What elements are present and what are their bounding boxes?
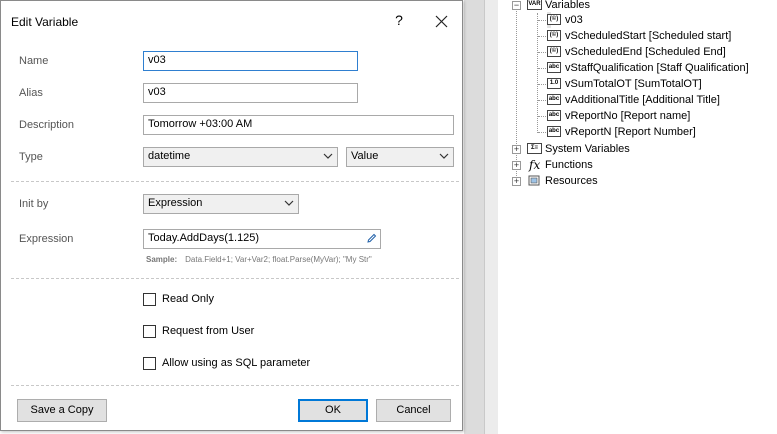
sample-label: Sample: — [146, 255, 178, 264]
tree-item-v03[interactable]: (©) v03 — [547, 12, 583, 28]
panel-splitter[interactable] — [484, 0, 499, 434]
description-label: Description — [19, 119, 75, 131]
section-divider — [11, 278, 459, 279]
alias-label: Alias — [19, 87, 43, 99]
resources-icon — [528, 175, 540, 186]
collapse-toggle[interactable]: − — [512, 1, 521, 10]
string-icon: abc — [547, 110, 561, 121]
expression-sample: Sample: Data.Field+1; Var+Var2; float.Par… — [146, 255, 372, 264]
tree-connector — [538, 68, 546, 69]
tree-item-label: vReportN [Report Number] — [565, 126, 696, 138]
name-label: Name — [19, 55, 49, 67]
close-icon — [435, 15, 448, 28]
tree-item-label: vScheduledStart [Scheduled start] — [565, 30, 732, 42]
read-only-checkbox[interactable] — [143, 293, 156, 306]
string-icon: abc — [547, 94, 561, 105]
read-only-label[interactable]: Read Only — [162, 293, 214, 305]
name-input[interactable]: v03 — [143, 51, 358, 71]
string-icon: abc — [547, 126, 561, 137]
expand-toggle[interactable]: + — [512, 145, 521, 154]
dictionary-tree: − VAR Variables (©) v03 (©) vScheduledSt… — [498, 0, 777, 434]
dialog-title: Edit Variable — [11, 15, 79, 29]
init-by-label: Init by — [19, 198, 49, 210]
chevron-down-icon — [284, 200, 294, 206]
datetime-icon: (©) — [547, 30, 561, 41]
tree-connector — [538, 100, 546, 101]
tree-item-label: vScheduledEnd [Scheduled End] — [565, 46, 726, 58]
init-by-select[interactable]: Expression — [143, 194, 299, 214]
background-panel-gap — [464, 0, 484, 434]
chevron-down-icon — [323, 153, 333, 159]
save-a-copy-button[interactable]: Save a Copy — [17, 399, 107, 422]
request-from-user-checkbox[interactable] — [143, 325, 156, 338]
tree-item-label: vAdditionalTitle [Additional Title] — [565, 94, 720, 106]
tree-node-label: Resources — [545, 175, 598, 187]
sample-text: Data.Field+1; Var+Var2; float.Parse(MyVa… — [185, 255, 372, 264]
tree-guide-line — [516, 8, 517, 184]
expression-label: Expression — [19, 233, 74, 245]
expression-value: Today.AddDays(1.125) — [148, 232, 260, 244]
system-variables-icon: Σ≡ — [527, 143, 542, 154]
datetime-icon: (©) — [547, 14, 561, 25]
request-from-user-label[interactable]: Request from User — [162, 325, 254, 337]
string-icon: abc — [547, 62, 561, 73]
tree-connector — [538, 36, 546, 37]
function-icon: fx — [529, 158, 541, 172]
chevron-down-icon — [439, 153, 449, 159]
tree-connector — [538, 20, 546, 21]
pencil-icon[interactable] — [366, 233, 377, 244]
tree-node-label: System Variables — [545, 143, 630, 155]
tree-connector — [538, 116, 546, 117]
allow-sql-parameter-checkbox[interactable] — [143, 357, 156, 370]
tree-connector — [538, 52, 546, 53]
description-input[interactable]: Tomorrow +03:00 AM — [143, 115, 454, 135]
tree-item-label: vReportNo [Report name] — [565, 110, 691, 122]
datetime-icon: (©) — [547, 46, 561, 57]
close-button[interactable] — [427, 7, 457, 37]
expression-input[interactable]: Today.AddDays(1.125) — [143, 229, 381, 249]
type-select[interactable]: datetime — [143, 147, 338, 167]
number-icon: 1.0 — [547, 78, 561, 89]
tree-item-label: vSumTotalOT [SumTotalOT] — [565, 78, 702, 90]
expand-toggle[interactable]: + — [512, 161, 521, 170]
type-mode-select[interactable]: Value — [346, 147, 454, 167]
tree-item-label: v03 — [565, 14, 583, 26]
alias-input[interactable]: v03 — [143, 83, 358, 103]
variables-icon: VAR — [527, 0, 542, 10]
tree-connector — [538, 132, 546, 133]
type-label: Type — [19, 151, 43, 163]
section-divider — [11, 385, 459, 386]
tree-node-label: Functions — [545, 159, 593, 171]
edit-variable-dialog: Edit Variable ? Name v03 Alias v03 Descr… — [0, 0, 463, 431]
allow-sql-parameter-label[interactable]: Allow using as SQL parameter — [162, 357, 310, 369]
type-select-value: datetime — [148, 150, 191, 162]
help-button[interactable]: ? — [386, 7, 412, 33]
init-by-select-value: Expression — [148, 197, 203, 209]
expand-toggle[interactable]: + — [512, 177, 521, 186]
tree-item-label: vStaffQualification [Staff Qualification… — [565, 62, 749, 74]
tree-guide-line — [537, 13, 538, 133]
cancel-button[interactable]: Cancel — [376, 399, 451, 422]
tree-connector — [538, 84, 546, 85]
section-divider — [11, 181, 459, 182]
type-mode-select-value: Value — [351, 150, 379, 162]
ok-button[interactable]: OK — [298, 399, 368, 422]
